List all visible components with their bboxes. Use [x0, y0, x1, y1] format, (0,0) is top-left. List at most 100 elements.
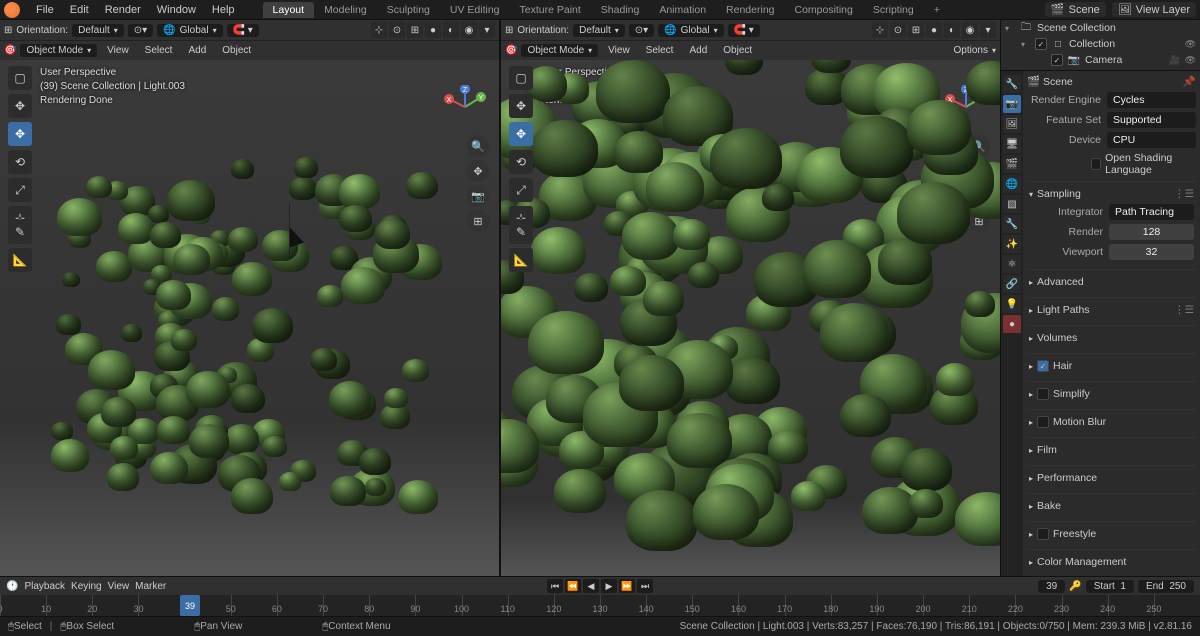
- overlay-toggle-icon[interactable]: ⊙: [389, 22, 405, 38]
- pivot-select[interactable]: ⊙▾: [128, 24, 153, 37]
- hide-viewport-icon[interactable]: 👁: [1185, 39, 1196, 50]
- mode-select[interactable]: Object Mode ▾: [20, 44, 97, 57]
- tool-rotate[interactable]: ⟲: [8, 150, 32, 174]
- tab-tool-icon[interactable]: 🔧: [1003, 75, 1021, 93]
- outliner-root[interactable]: ▾🗀 Scene Collection: [1001, 20, 1200, 36]
- shading-wire-icon[interactable]: ⊞: [908, 22, 924, 38]
- tool-scale[interactable]: ⤢: [509, 178, 533, 202]
- preset-icon[interactable]: ⋮☰: [1174, 188, 1194, 200]
- prev-key-icon[interactable]: ⏪: [565, 579, 581, 593]
- hide-viewport-icon[interactable]: 👁: [1185, 55, 1196, 66]
- editor-type-icon[interactable]: ⊞: [4, 25, 12, 36]
- section-simplify[interactable]: ▸Simplify: [1029, 386, 1194, 402]
- shading-matprev-icon[interactable]: ◐: [944, 22, 960, 38]
- tab-scene-icon[interactable]: 🎬: [1003, 155, 1021, 173]
- tab-shading[interactable]: Shading: [591, 2, 650, 18]
- next-key-icon[interactable]: ⏩: [619, 579, 635, 593]
- nav-gizmo[interactable]: Y Z X: [443, 85, 487, 129]
- shading-render-icon[interactable]: ◉: [461, 22, 477, 38]
- menu-window[interactable]: Window: [149, 4, 204, 16]
- jump-start-icon[interactable]: ⏮: [547, 579, 563, 593]
- tab-particles-icon[interactable]: ✨: [1003, 235, 1021, 253]
- tab-modeling[interactable]: Modeling: [314, 2, 377, 18]
- tool-rotate[interactable]: ⟲: [509, 150, 533, 174]
- section-volumes[interactable]: ▸Volumes: [1029, 330, 1194, 346]
- pivot-select[interactable]: ⊙▾: [629, 24, 654, 37]
- tab-physics-icon[interactable]: ⚛: [1003, 255, 1021, 273]
- shading-wire-icon[interactable]: ⊞: [407, 22, 423, 38]
- timeline-view-menu[interactable]: View: [108, 581, 130, 592]
- section-enable-checkbox[interactable]: [1037, 528, 1049, 540]
- play-icon[interactable]: ▶: [601, 579, 617, 593]
- tab-rendering[interactable]: Rendering: [716, 2, 784, 18]
- viewport-samples-input[interactable]: 32: [1109, 244, 1194, 260]
- tab-sculpting[interactable]: Sculpting: [377, 2, 440, 18]
- section-bake[interactable]: ▸Bake: [1029, 498, 1194, 514]
- shading-matprev-icon[interactable]: ◐: [443, 22, 459, 38]
- tool-select-box[interactable]: ▢: [509, 66, 533, 90]
- editor-type-icon[interactable]: 🕐: [6, 581, 18, 592]
- tab-constraints-icon[interactable]: 🔗: [1003, 275, 1021, 293]
- overlay-toggle-icon[interactable]: ⊙: [890, 22, 906, 38]
- options-menu[interactable]: Options▾: [954, 45, 996, 56]
- tab-material-icon[interactable]: ●: [1003, 315, 1021, 333]
- orientation-select[interactable]: Default▾: [72, 24, 124, 37]
- tool-annotate[interactable]: ✎: [8, 220, 32, 244]
- shading-menu-icon[interactable]: ▾: [980, 22, 996, 38]
- nav-add[interactable]: Add: [182, 45, 212, 56]
- shading-render-icon[interactable]: ◉: [962, 22, 978, 38]
- section-color-management[interactable]: ▸Color Management: [1029, 554, 1194, 570]
- timeline-track[interactable]: 0102030405060708090100110120130140150160…: [0, 595, 1200, 616]
- viewlayer-selector[interactable]: 🖼View Layer: [1112, 2, 1196, 17]
- tab-data-icon[interactable]: 💡: [1003, 295, 1021, 313]
- section-freestyle[interactable]: ▸Freestyle: [1029, 526, 1194, 542]
- shading-solid-icon[interactable]: ●: [425, 22, 441, 38]
- tool-move[interactable]: ✥: [8, 122, 32, 146]
- cursor-icon[interactable]: 🎯: [505, 45, 517, 56]
- device-select[interactable]: CPU: [1107, 132, 1196, 148]
- autokey-icon[interactable]: 🔑: [1069, 581, 1081, 592]
- tab-compositing[interactable]: Compositing: [785, 2, 863, 18]
- integrator-select[interactable]: Path Tracing: [1109, 204, 1194, 220]
- timeline-marker-menu[interactable]: Marker: [135, 581, 166, 592]
- transform-space[interactable]: 🌐Global▾: [157, 24, 222, 37]
- jump-end-icon[interactable]: ⏭: [637, 579, 653, 593]
- menu-help[interactable]: Help: [204, 4, 243, 16]
- end-frame-input[interactable]: End 250: [1138, 580, 1194, 593]
- render-samples-input[interactable]: 128: [1109, 224, 1194, 240]
- tab-layout[interactable]: Layout: [263, 2, 315, 18]
- tool-measure[interactable]: 📐: [8, 248, 32, 272]
- section-advanced[interactable]: ▸Advanced: [1029, 274, 1194, 290]
- tab-render-icon[interactable]: 📷: [1003, 95, 1021, 113]
- scene-selector[interactable]: 🎬Scene: [1045, 2, 1106, 17]
- section-light-paths[interactable]: ▸Light Paths⋮☰: [1029, 302, 1194, 318]
- start-frame-input[interactable]: Start 1: [1086, 580, 1134, 593]
- tab-scripting[interactable]: Scripting: [863, 2, 924, 18]
- render-engine-select[interactable]: Cycles: [1107, 92, 1196, 108]
- cursor-icon[interactable]: 🎯: [4, 45, 16, 56]
- tool-measure[interactable]: 📐: [509, 248, 533, 272]
- section-hair[interactable]: ▸✓Hair: [1029, 358, 1194, 374]
- gizmo-toggle-icon[interactable]: ⊹: [371, 22, 387, 38]
- viewport-canvas[interactable]: User Perspective (39) Scene Collection |…: [501, 60, 1000, 576]
- tab-modifier-icon[interactable]: 🔧: [1003, 215, 1021, 233]
- preset-icon[interactable]: ⋮☰: [1174, 304, 1194, 316]
- shading-menu-icon[interactable]: ▾: [479, 22, 495, 38]
- menu-file[interactable]: File: [28, 4, 62, 16]
- tool-move[interactable]: ✥: [509, 122, 533, 146]
- tool-cursor[interactable]: ✥: [8, 94, 32, 118]
- tool-cursor[interactable]: ✥: [509, 94, 533, 118]
- section-enable-checkbox[interactable]: ✓: [1037, 360, 1049, 372]
- outliner-row[interactable]: ▾✓□Collection👁: [1001, 36, 1200, 52]
- perspective-toggle-icon[interactable]: ⊞: [467, 210, 489, 232]
- menu-render[interactable]: Render: [97, 4, 149, 16]
- zoom-icon[interactable]: 🔍: [467, 135, 489, 157]
- menu-edit[interactable]: Edit: [62, 4, 97, 16]
- orientation-select[interactable]: Default▾: [573, 24, 625, 37]
- section-film[interactable]: ▸Film: [1029, 442, 1194, 458]
- snap-select[interactable]: 🧲 ▾: [728, 24, 760, 37]
- editor-type-icon[interactable]: ⊞: [505, 25, 513, 36]
- mode-select[interactable]: Object Mode ▾: [521, 44, 598, 57]
- shading-solid-icon[interactable]: ●: [926, 22, 942, 38]
- tab-output-icon[interactable]: 🖼: [1003, 115, 1021, 133]
